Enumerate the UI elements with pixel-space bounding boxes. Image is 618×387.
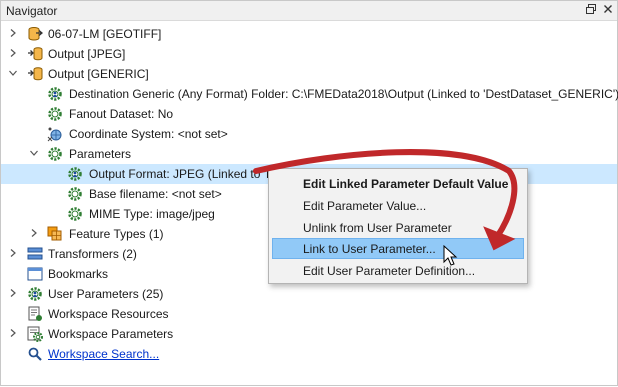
window-title: Navigator xyxy=(6,4,58,18)
coordinate-system-icon xyxy=(47,126,63,142)
gear-user-icon xyxy=(47,86,63,102)
tree-item-label: Output [JPEG] xyxy=(48,47,126,61)
collapse-chevron-icon[interactable] xyxy=(29,148,39,158)
feature-types-icon xyxy=(47,226,63,242)
tree-item-label: Transformers (2) xyxy=(48,247,137,261)
workspace-search-label[interactable]: Workspace Search... xyxy=(48,347,159,361)
tree-item-06-07-lm-geotiff[interactable]: 06-07-LM [GEOTIFF] xyxy=(1,24,617,44)
tree-item-label: Workspace Parameters xyxy=(48,327,174,341)
expand-chevron-icon[interactable] xyxy=(8,48,18,58)
menu-item-edit-user-parameter-definition[interactable]: Edit User Parameter Definition... xyxy=(272,260,524,281)
writer-dataset-icon xyxy=(27,46,43,62)
mouse-pointer-icon xyxy=(443,245,458,266)
expand-chevron-icon[interactable] xyxy=(8,248,18,258)
menu-item-label: Unlink from User Parameter xyxy=(303,221,452,235)
menu-item-unlink-from-user-parameter[interactable]: Unlink from User Parameter xyxy=(272,217,524,238)
navigator-titlebar: Navigator xyxy=(1,1,617,21)
writer-dataset-icon xyxy=(27,66,43,82)
tree-item-label: Output [GENERIC] xyxy=(48,67,149,81)
collapse-chevron-icon[interactable] xyxy=(8,68,18,78)
expand-chevron-icon[interactable] xyxy=(8,288,18,298)
menu-item-label: Edit Linked Parameter Default Value xyxy=(303,177,509,191)
transformers-icon xyxy=(27,246,43,262)
tree-item-label: Workspace Resources xyxy=(48,307,169,321)
tree-item-label: Fanout Dataset: No xyxy=(69,107,174,121)
tree-item-destination-generic[interactable]: Destination Generic (Any Format) Folder:… xyxy=(1,84,618,104)
user-parameters-icon xyxy=(27,286,43,302)
tree-item-label: Bookmarks xyxy=(48,267,109,281)
restore-window-icon[interactable] xyxy=(584,3,598,17)
gear-icon xyxy=(67,206,83,222)
gear-user-icon xyxy=(67,166,83,182)
tree-item-label: Feature Types (1) xyxy=(69,227,164,241)
tree-item-parameters[interactable]: Parameters xyxy=(1,144,617,164)
menu-item-link-to-user-parameter[interactable]: Link to User Parameter... xyxy=(272,238,524,259)
expand-chevron-icon[interactable] xyxy=(8,28,18,38)
gear-icon xyxy=(67,186,83,202)
navigator-window: Navigator 06-07-LM [GEOTIFF] Output [JPE… xyxy=(0,0,618,386)
reader-dataset-icon xyxy=(27,26,44,42)
tree-item-fanout-dataset[interactable]: Fanout Dataset: No xyxy=(1,104,617,124)
tree-item-user-parameters[interactable]: User Parameters (25) xyxy=(1,284,617,304)
gear-icon xyxy=(47,106,63,122)
tree-item-label: Destination Generic (Any Format) Folder:… xyxy=(69,87,618,101)
tree-item-label: Base filename: <not set> xyxy=(89,187,222,201)
tree-item-workspace-parameters[interactable]: Workspace Parameters xyxy=(1,324,617,344)
tree-item-label: Output Format: JPEG (Linked to 'F xyxy=(89,167,274,181)
tree-item-output-jpeg[interactable]: Output [JPEG] xyxy=(1,44,617,64)
expand-chevron-icon[interactable] xyxy=(8,328,18,338)
close-icon[interactable] xyxy=(601,3,615,17)
tree-item-coordinate-system[interactable]: Coordinate System: <not set> xyxy=(1,124,617,144)
tree-item-output-generic[interactable]: Output [GENERIC] xyxy=(1,64,617,84)
context-menu: Edit Linked Parameter Default Value Edit… xyxy=(268,168,528,284)
tree-item-label: Coordinate System: <not set> xyxy=(69,127,228,141)
workspace-resources-icon xyxy=(27,306,43,322)
tree-item-workspace-resources[interactable]: Workspace Resources xyxy=(1,304,617,324)
tree-item-label: Parameters xyxy=(69,147,132,161)
workspace-search-link[interactable]: Workspace Search... xyxy=(1,344,617,364)
menu-item-edit-parameter-value[interactable]: Edit Parameter Value... xyxy=(272,195,524,216)
bookmarks-icon xyxy=(27,266,43,282)
workspace-parameters-icon xyxy=(27,326,43,342)
tree-item-label: User Parameters (25) xyxy=(48,287,164,301)
menu-item-label: Edit Parameter Value... xyxy=(303,199,427,213)
gear-icon xyxy=(47,146,63,162)
menu-item-label: Link to User Parameter... xyxy=(303,242,436,256)
tree-item-label: MIME Type: image/jpeg xyxy=(89,207,215,221)
search-icon xyxy=(27,346,43,362)
expand-chevron-icon[interactable] xyxy=(29,228,39,238)
tree-item-label: 06-07-LM [GEOTIFF] xyxy=(48,27,162,41)
menu-item-edit-linked-parameter-default-value[interactable]: Edit Linked Parameter Default Value xyxy=(272,173,524,194)
